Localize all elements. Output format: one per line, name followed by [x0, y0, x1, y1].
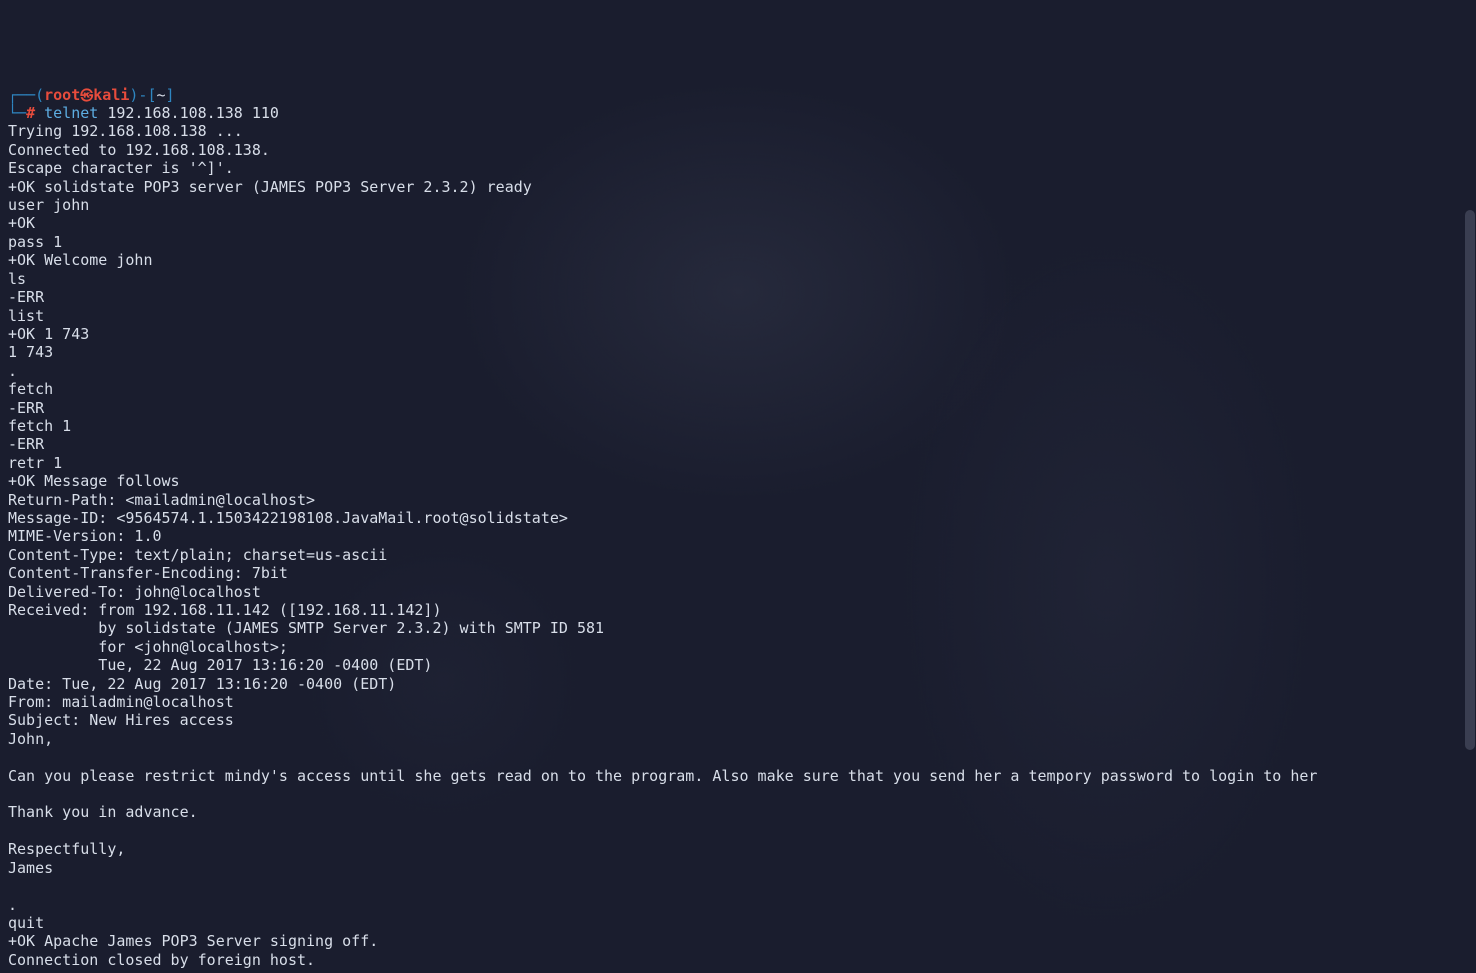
output-line: Thank you in advance.: [8, 803, 1468, 821]
output-line: Tue, 22 Aug 2017 13:16:20 -0400 (EDT): [8, 656, 1468, 674]
output-line: Content-Transfer-Encoding: 7bit: [8, 564, 1468, 582]
prompt-cwd: ~: [156, 86, 165, 104]
output-line: MIME-Version: 1.0: [8, 527, 1468, 545]
output-line: Delivered-To: john@localhost: [8, 583, 1468, 601]
command-name: telnet: [44, 104, 98, 122]
output-line: by solidstate (JAMES SMTP Server 2.3.2) …: [8, 619, 1468, 637]
output-line: [8, 822, 1468, 840]
output-line: .: [8, 362, 1468, 380]
output-line: Escape character is '^]'.: [8, 159, 1468, 177]
output-line: +OK Message follows: [8, 472, 1468, 490]
output-line: .: [8, 896, 1468, 914]
output-line: [8, 748, 1468, 766]
output-line: +OK Welcome john: [8, 251, 1468, 269]
scrollbar-thumb[interactable]: [1465, 210, 1475, 750]
output-line: Date: Tue, 22 Aug 2017 13:16:20 -0400 (E…: [8, 675, 1468, 693]
output-line: list: [8, 307, 1468, 325]
output-line: Trying 192.168.108.138 ...: [8, 122, 1468, 140]
output-line: Content-Type: text/plain; charset=us-asc…: [8, 546, 1468, 564]
output-line: quit: [8, 914, 1468, 932]
box-corner-top-icon: ┌──: [8, 86, 35, 104]
output-line: -ERR: [8, 399, 1468, 417]
output-line: Received: from 192.168.11.142 ([192.168.…: [8, 601, 1468, 619]
output-line: retr 1: [8, 454, 1468, 472]
output-line: Return-Path: <mailadmin@localhost>: [8, 491, 1468, 509]
output-line: Connection closed by foreign host.: [8, 951, 1468, 969]
prompt-line-1: ┌──(root㉿kali)-[~]: [8, 86, 1468, 106]
output-line: ls: [8, 270, 1468, 288]
output-line: fetch: [8, 380, 1468, 398]
output-line: [8, 785, 1468, 803]
output-line: 1 743: [8, 343, 1468, 361]
output-line: -ERR: [8, 288, 1468, 306]
prompt-hash: #: [26, 104, 35, 122]
bracket-close: ]: [166, 86, 175, 104]
output-line: +OK 1 743: [8, 325, 1468, 343]
prompt-user: root: [44, 86, 80, 104]
output-line: -ERR: [8, 435, 1468, 453]
output-line: From: mailadmin@localhost: [8, 693, 1468, 711]
output-line: for <john@localhost>;: [8, 638, 1468, 656]
prompt-host: kali: [93, 86, 129, 104]
output-line: Respectfully,: [8, 840, 1468, 858]
terminal-output[interactable]: ┌──(root㉿kali)-[~]└─# telnet 192.168.108…: [8, 84, 1468, 970]
skull-icon: ㉿: [80, 89, 93, 104]
output-line: +OK Apache James POP3 Server signing off…: [8, 932, 1468, 950]
output-line: +OK solidstate POP3 server (JAMES POP3 S…: [8, 178, 1468, 196]
output-line: +OK: [8, 214, 1468, 232]
output-line: pass 1: [8, 233, 1468, 251]
output-line: [8, 877, 1468, 895]
output-line: user john: [8, 196, 1468, 214]
output-line: Subject: New Hires access: [8, 711, 1468, 729]
command-args: 192.168.108.138 110: [107, 104, 279, 122]
output-line: Connected to 192.168.108.138.: [8, 141, 1468, 159]
output-line: James: [8, 859, 1468, 877]
output-line: Can you please restrict mindy's access u…: [8, 767, 1468, 785]
output-line: fetch 1: [8, 417, 1468, 435]
prompt-line-2: └─# telnet 192.168.108.138 110: [8, 104, 1468, 122]
output-line: John,: [8, 730, 1468, 748]
paren-open: (: [35, 86, 44, 104]
output-line: Message-ID: <9564574.1.1503422198108.Jav…: [8, 509, 1468, 527]
box-corner-bottom-icon: └─: [8, 104, 26, 122]
